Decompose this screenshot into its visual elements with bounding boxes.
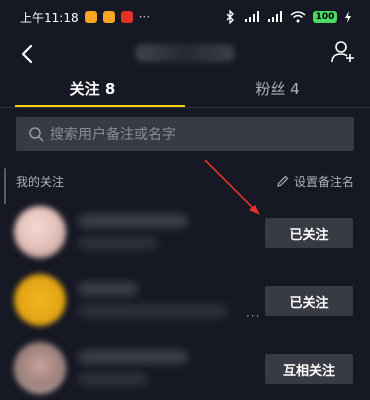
- search-icon: [29, 127, 44, 142]
- user-name-blurred: [78, 350, 188, 364]
- user-name-blurred: [78, 214, 188, 228]
- following-button[interactable]: 已关注: [265, 286, 353, 316]
- chevron-left-icon[interactable]: [16, 42, 40, 66]
- list-item[interactable]: 互相关注: [0, 338, 370, 398]
- avatar[interactable]: [14, 342, 66, 394]
- wifi-icon: [290, 11, 306, 23]
- pencil-icon: [277, 175, 289, 187]
- set-remark-label: 设置备注名: [293, 174, 354, 189]
- user-desc-blurred: [78, 236, 158, 250]
- set-remark-button[interactable]: 设置备注名: [276, 173, 354, 190]
- user-desc-blurred: [78, 372, 148, 386]
- notification-app-icon: [84, 11, 97, 23]
- charging-icon: [345, 11, 351, 23]
- user-name-blurred: [78, 282, 138, 296]
- tab-followers[interactable]: 粉丝 4: [185, 78, 370, 110]
- avatar[interactable]: [14, 274, 66, 326]
- status-time: 上午11:18: [20, 10, 79, 25]
- divider: [0, 107, 370, 108]
- notification-app-icon: [102, 11, 115, 23]
- section-title: 我的关注: [16, 174, 65, 189]
- notification-app-icon: [120, 11, 133, 23]
- nav-bar: [0, 34, 370, 78]
- page-title-blurred: [135, 44, 235, 62]
- search-placeholder: 搜索用户备注或名字: [50, 127, 176, 143]
- signal-icon: [245, 11, 259, 22]
- user-desc-blurred: [78, 304, 228, 318]
- list-item[interactable]: 已关注: [0, 202, 370, 262]
- more-notifications-icon: ···: [138, 10, 151, 24]
- signal-icon: [268, 11, 282, 22]
- battery-indicator: 100: [313, 11, 337, 23]
- add-user-icon[interactable]: [330, 39, 356, 65]
- search-input[interactable]: 搜索用户备注或名字: [16, 117, 354, 151]
- avatar[interactable]: [14, 206, 66, 258]
- status-bar: 上午11:18 ··· 100: [0, 0, 370, 34]
- bluetooth-icon: [226, 10, 234, 24]
- scrollbar[interactable]: [4, 168, 6, 204]
- ellipsis-icon: ···: [246, 309, 261, 323]
- status-left: 上午11:18 ···: [20, 9, 150, 26]
- status-right: 100: [223, 10, 352, 24]
- section-header: 我的关注 设置备注名: [16, 172, 354, 190]
- list-item[interactable]: 已关注: [0, 270, 370, 330]
- mutual-follow-button[interactable]: 互相关注: [265, 354, 353, 384]
- following-button[interactable]: 已关注: [265, 218, 353, 248]
